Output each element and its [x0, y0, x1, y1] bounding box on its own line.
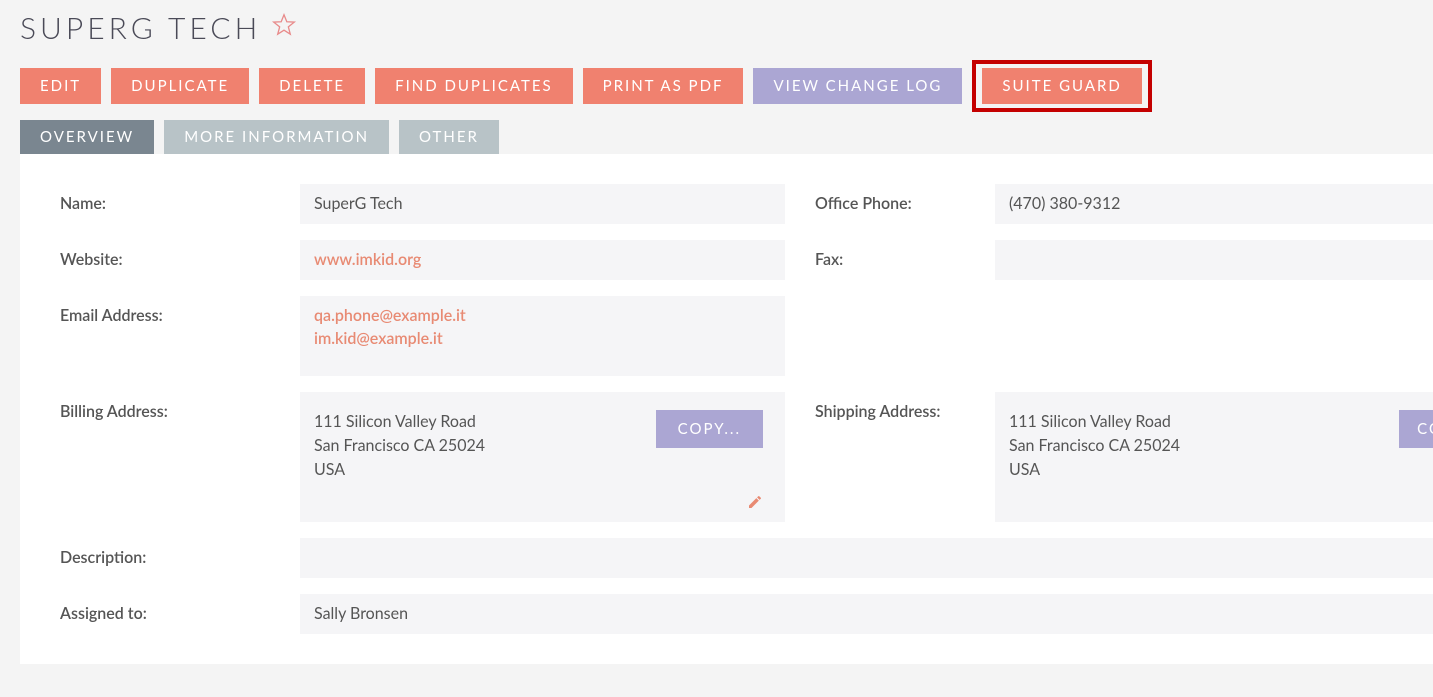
edit-button[interactable]: EDIT: [20, 68, 101, 104]
fax-value: [995, 240, 1433, 280]
shipping-value: 111 Silicon Valley Road San Francisco CA…: [995, 392, 1433, 522]
shipping-line2: San Francisco CA 25024: [1009, 434, 1419, 458]
record-detail-page: SUPERG TECH EDIT DUPLICATE DELETE FIND D…: [0, 0, 1433, 664]
overview-panel: Name: SuperG Tech Office Phone: (470) 38…: [20, 154, 1433, 664]
website-label: Website:: [60, 240, 300, 269]
office-phone-value: (470) 380-9312: [995, 184, 1433, 224]
description-value: [300, 538, 1433, 578]
view-change-log-button[interactable]: VIEW CHANGE LOG: [753, 68, 962, 104]
tabs-row: OVERVIEW MORE INFORMATION OTHER: [20, 120, 1433, 154]
email-link-2[interactable]: im.kid@example.it: [314, 329, 771, 348]
find-duplicates-button[interactable]: FIND DUPLICATES: [375, 68, 573, 104]
description-label: Description:: [60, 538, 300, 567]
assigned-value: Sally Bronsen: [300, 594, 1433, 634]
billing-copy-button[interactable]: COPY...: [656, 410, 763, 448]
billing-label: Billing Address:: [60, 392, 300, 421]
website-value: www.imkid.org: [300, 240, 785, 280]
page-title: SUPERG TECH: [20, 10, 261, 46]
pencil-icon[interactable]: [747, 494, 763, 510]
shipping-label: Shipping Address:: [785, 392, 995, 421]
action-bar: EDIT DUPLICATE DELETE FIND DUPLICATES PR…: [20, 60, 1433, 112]
billing-line3: USA: [314, 458, 771, 482]
email-link-1[interactable]: qa.phone@example.it: [314, 306, 771, 325]
email-label: Email Address:: [60, 296, 300, 325]
email-value: qa.phone@example.it im.kid@example.it: [300, 296, 785, 376]
fax-label: Fax:: [785, 240, 995, 269]
form-grid: Name: SuperG Tech Office Phone: (470) 38…: [60, 184, 1433, 634]
name-value: SuperG Tech: [300, 184, 785, 224]
shipping-line3: USA: [1009, 458, 1419, 482]
name-label: Name:: [60, 184, 300, 213]
title-row: SUPERG TECH: [20, 10, 1433, 46]
billing-value: 111 Silicon Valley Road San Francisco CA…: [300, 392, 785, 522]
shipping-line1: 111 Silicon Valley Road: [1009, 410, 1419, 434]
favorite-star-icon[interactable]: [271, 12, 297, 38]
suite-guard-button[interactable]: SUITE GUARD: [982, 68, 1141, 104]
shipping-copy-button[interactable]: CO: [1399, 410, 1433, 448]
tab-more-information[interactable]: MORE INFORMATION: [164, 120, 389, 154]
delete-button[interactable]: DELETE: [259, 68, 365, 104]
duplicate-button[interactable]: DUPLICATE: [111, 68, 249, 104]
suite-guard-highlight: SUITE GUARD: [972, 60, 1151, 112]
website-link[interactable]: www.imkid.org: [314, 250, 421, 269]
tab-other[interactable]: OTHER: [399, 120, 499, 154]
tab-overview[interactable]: OVERVIEW: [20, 120, 154, 154]
office-phone-label: Office Phone:: [785, 184, 995, 213]
print-pdf-button[interactable]: PRINT AS PDF: [583, 68, 744, 104]
assigned-label: Assigned to:: [60, 594, 300, 623]
